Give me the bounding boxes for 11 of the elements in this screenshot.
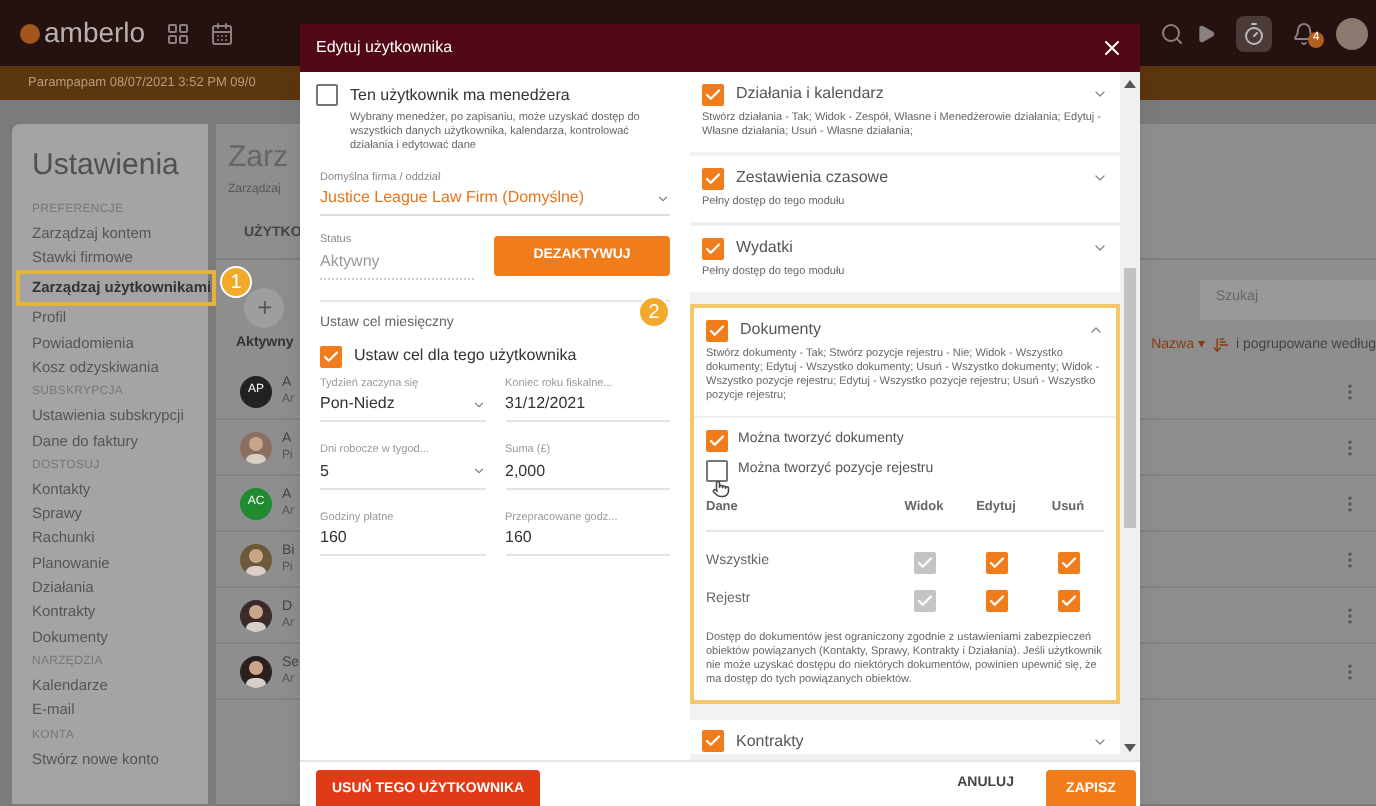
module-title: Działania i kalendarz [736,82,886,106]
add-button[interactable]: + [244,287,285,327]
module-title: Dokumenty [740,318,823,342]
step-badge: 2 [638,296,670,328]
sidebar-title: Ustawienia [32,146,181,186]
app-logo: amberlo [20,12,146,54]
goal-label: Ustaw cel dla tego użytkownika [354,344,577,368]
module-title: Wydatki [736,236,795,260]
dialog-title: Edytuj użytkownika [316,36,455,60]
module-title: Zestawienia czasowe [736,166,891,190]
module-title: Kontrakty [736,729,806,754]
